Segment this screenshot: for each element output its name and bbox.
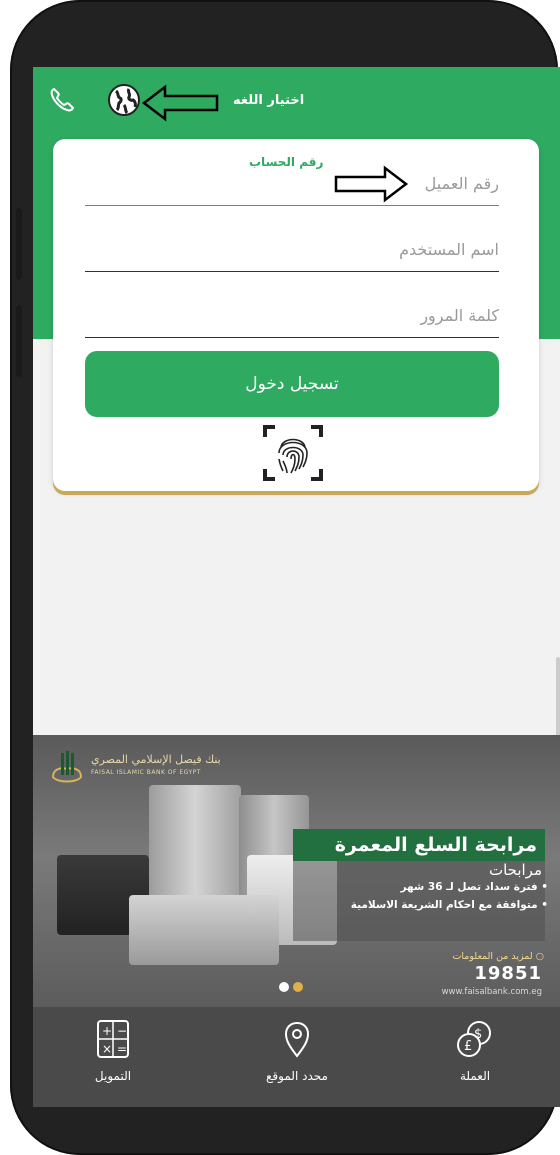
- svg-text:=: =: [117, 1042, 127, 1056]
- microwave-image: [129, 895, 279, 965]
- location-pin-icon: [284, 1021, 310, 1058]
- fingerprint-icon[interactable]: [261, 421, 325, 485]
- currency-exchange-icon: $ £: [457, 1021, 491, 1057]
- nav-item-location[interactable]: محدد الموقع: [237, 1019, 357, 1083]
- login-card: رقم الحساب رقم العميل اسم المستخدم كلمة …: [53, 139, 539, 491]
- language-label[interactable]: اختيار اللغه: [233, 93, 304, 108]
- svg-text:−: −: [117, 1024, 127, 1038]
- nav-label-location: محدد الموقع: [266, 1069, 328, 1083]
- svg-text:+: +: [102, 1024, 112, 1038]
- bank-name-english: FAISAL ISLAMIC BANK OF EGYPT: [91, 769, 201, 776]
- bottom-nav: + − × = التمويل محدد الموقع $ £ العملة: [33, 1007, 560, 1107]
- hotline-number: 19851: [474, 963, 542, 984]
- login-button[interactable]: تسجيل دخول: [85, 351, 499, 417]
- promo-line-1: • فترة سداد تصل لـ 36 شهر: [400, 881, 548, 893]
- carousel-dots[interactable]: [279, 982, 303, 992]
- password-field[interactable]: كلمة المرور: [85, 287, 499, 338]
- globe-icon[interactable]: [107, 83, 141, 117]
- more-info-label: ○ لمزيد من المعلومات: [452, 951, 544, 962]
- promo-title: مرابحة السلع المعمرة: [293, 829, 545, 861]
- side-button-volume-down: [16, 305, 22, 377]
- account-placeholder: رقم العميل: [424, 174, 499, 193]
- nav-label-currency: العملة: [459, 1069, 491, 1083]
- svg-text:£: £: [464, 1039, 472, 1054]
- promo-subtitle: مرابحات: [488, 861, 542, 879]
- calculator-icon: + − × =: [97, 1020, 129, 1058]
- username-placeholder: اسم المستخدم: [399, 240, 499, 259]
- carousel-dot-active[interactable]: [293, 982, 303, 992]
- account-floating-label: رقم الحساب: [249, 155, 324, 169]
- password-placeholder: كلمة المرور: [420, 306, 499, 325]
- promo-banner[interactable]: بنك فيصل الإسلامي المصري FAISAL ISLAMIC …: [33, 735, 560, 1007]
- svg-text:$: $: [474, 1027, 482, 1042]
- carousel-dot[interactable]: [279, 982, 289, 992]
- username-field[interactable]: اسم المستخدم: [85, 221, 499, 272]
- app-screen: اختيار اللغه رقم الحساب رقم العميل اسم ا…: [33, 67, 560, 1107]
- promo-line-2: • متوافقة مع احكام الشريعة الاسلامية: [350, 899, 548, 911]
- nav-label-financing: التمويل: [94, 1069, 132, 1083]
- side-button-volume-up: [16, 208, 22, 280]
- phone-icon[interactable]: [47, 85, 77, 115]
- website-url: www.faisalbank.com.eg: [441, 987, 542, 997]
- nav-item-financing[interactable]: + − × = التمويل: [53, 1019, 173, 1083]
- account-number-field[interactable]: رقم الحساب رقم العميل: [85, 155, 499, 206]
- bank-name-arabic: بنك فيصل الإسلامي المصري: [91, 753, 221, 766]
- arrow-left-icon: [141, 84, 219, 122]
- nav-item-currency[interactable]: $ £ العملة: [415, 1019, 535, 1083]
- scrollbar[interactable]: [556, 657, 560, 747]
- arrow-right-icon: [334, 165, 409, 203]
- svg-text:×: ×: [102, 1042, 112, 1056]
